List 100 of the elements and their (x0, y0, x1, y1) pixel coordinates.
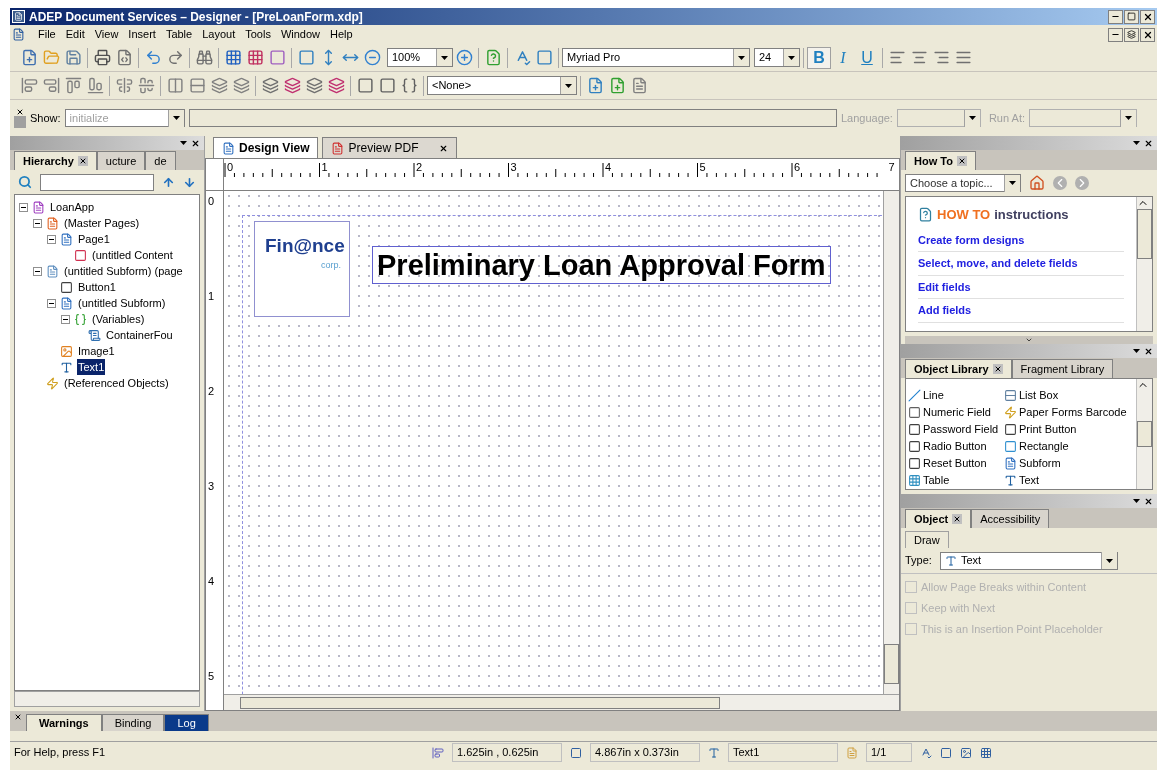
close-button[interactable] (1140, 27, 1155, 42)
scrollbar-thumb[interactable] (1137, 421, 1152, 447)
script-field[interactable] (188, 109, 837, 127)
center-horizontal-icon[interactable] (137, 77, 155, 94)
align-left-icon[interactable] (20, 77, 38, 94)
font-size-dropdown[interactable]: 24 (754, 48, 800, 67)
panel-tab[interactable]: How To (905, 151, 976, 170)
help-link[interactable]: Add fields (918, 304, 972, 316)
braces-icon[interactable] (400, 77, 418, 94)
rows-icon[interactable] (188, 77, 206, 94)
library-item[interactable]: Rectangle (1004, 438, 1136, 454)
collapse-toggle[interactable] (47, 298, 56, 308)
document-tab[interactable]: Preview PDF (322, 137, 457, 158)
panel-tab[interactable]: Object Library (905, 359, 1012, 378)
dropdown-arrow-button[interactable] (1004, 174, 1020, 192)
bottom-tab[interactable]: Warnings (26, 713, 102, 731)
grid-icon[interactable] (224, 49, 242, 66)
dropdown-icon[interactable] (1133, 141, 1140, 145)
bottom-tab[interactable]: Log (164, 713, 209, 731)
frame-icon[interactable] (940, 746, 952, 759)
draw-tab[interactable]: Draw (905, 530, 949, 548)
dropdown-arrow-button[interactable] (167, 109, 184, 127)
close-icon[interactable] (1144, 496, 1153, 506)
add-file-icon[interactable] (608, 77, 626, 94)
menu-item[interactable]: Layout (197, 26, 241, 43)
new-file-icon[interactable] (586, 77, 604, 94)
tree-item[interactable]: Page1 (77, 230, 111, 248)
tree-item[interactable]: (Variables) (91, 310, 146, 328)
underline-button[interactable]: U (855, 46, 879, 69)
close-icon[interactable] (191, 138, 200, 148)
collapse-toggle[interactable] (33, 218, 42, 228)
library-item[interactable]: Numeric Field (908, 404, 1004, 420)
align-bottom-icon[interactable] (86, 77, 104, 94)
vertical-scrollbar[interactable] (1136, 379, 1152, 489)
align-center-icon[interactable] (910, 49, 928, 66)
horizontal-scrollbar[interactable] (224, 694, 899, 710)
collapse-toggle[interactable] (33, 266, 42, 276)
font-dropdown[interactable]: Myriad Pro (562, 48, 750, 67)
dropdown-arrow-button[interactable] (963, 109, 980, 127)
document-tab[interactable]: Design View (213, 137, 319, 158)
tree-item[interactable]: ContainerFou (105, 326, 174, 344)
close-icon[interactable] (16, 108, 24, 116)
library-item[interactable]: Text (1004, 472, 1136, 488)
tree-item[interactable]: (Referenced Objects) (63, 374, 170, 392)
library-item[interactable]: Paper Forms Barcode (1004, 404, 1136, 420)
columns-icon[interactable] (166, 77, 184, 94)
close-icon[interactable] (992, 364, 1003, 374)
tree-item[interactable]: Button1 (77, 278, 117, 296)
zoom-out-icon[interactable] (363, 49, 381, 66)
library-item[interactable]: Table (908, 472, 1004, 488)
justify-icon[interactable] (954, 49, 972, 66)
dropdown-arrow-button[interactable] (436, 49, 452, 66)
file-icon[interactable] (630, 77, 648, 94)
close-icon[interactable] (77, 156, 88, 166)
print-icon[interactable] (93, 49, 111, 66)
menu-item[interactable]: Edit (60, 26, 90, 43)
center-vertical-icon[interactable] (115, 77, 133, 94)
square-icon[interactable] (356, 77, 374, 94)
close-icon[interactable] (438, 143, 448, 153)
panel-tab[interactable]: Object (905, 509, 972, 528)
up-arrow-icon[interactable] (162, 175, 175, 189)
dropdown-arrow-button[interactable] (1120, 109, 1136, 127)
tree-item[interactable]: (untitled Subform) (page (63, 262, 184, 280)
down-arrow-icon[interactable] (183, 175, 196, 189)
library-item[interactable]: List Box (1004, 387, 1136, 403)
type-dropdown[interactable]: Text (939, 551, 1118, 570)
horizontal-scrollbar[interactable] (14, 691, 200, 707)
dropdown-arrow-button[interactable] (733, 49, 749, 66)
tree-item[interactable]: (untitled Subform) (77, 294, 167, 312)
undo-icon[interactable] (144, 49, 162, 66)
bold-button[interactable]: B (807, 46, 831, 69)
redo-icon[interactable] (166, 49, 184, 66)
spellcheck-icon[interactable] (920, 746, 932, 759)
maximize-button[interactable] (1124, 9, 1139, 24)
restore-button[interactable] (1124, 27, 1139, 42)
home-icon[interactable] (1029, 175, 1045, 191)
panel-tab[interactable]: Hierarchy (14, 151, 97, 170)
align-top-icon[interactable] (64, 77, 82, 94)
tree-item[interactable]: (Master Pages) (63, 214, 141, 232)
library-item[interactable]: Line (908, 387, 1004, 403)
scrollbar-thumb[interactable] (884, 643, 899, 684)
minimize-button[interactable] (1108, 27, 1123, 42)
close-icon[interactable] (1144, 346, 1153, 356)
search-field[interactable] (40, 173, 154, 191)
library-item[interactable]: Radio Button (908, 438, 1004, 454)
minimize-button[interactable] (1108, 9, 1123, 24)
close-button[interactable] (1140, 9, 1155, 24)
library-item[interactable]: Subform (1004, 455, 1136, 471)
menu-item[interactable]: Tools (240, 26, 276, 43)
tree-item[interactable]: (untitled Content (91, 246, 174, 264)
vertical-scrollbar[interactable] (1136, 197, 1152, 331)
close-icon[interactable] (1144, 138, 1153, 148)
tree-item[interactable]: Image1 (77, 342, 116, 360)
library-item[interactable]: Reset Button (908, 455, 1004, 471)
binoculars-icon[interactable] (195, 49, 213, 66)
dropdown-icon[interactable] (180, 141, 187, 145)
form-title[interactable]: Preliminary Loan Approval Form (373, 247, 830, 283)
dropdown-arrow-button[interactable] (783, 49, 799, 66)
bottom-tab[interactable]: Binding (101, 713, 165, 731)
help-link[interactable]: Select, move, and delete fields (918, 257, 1078, 269)
